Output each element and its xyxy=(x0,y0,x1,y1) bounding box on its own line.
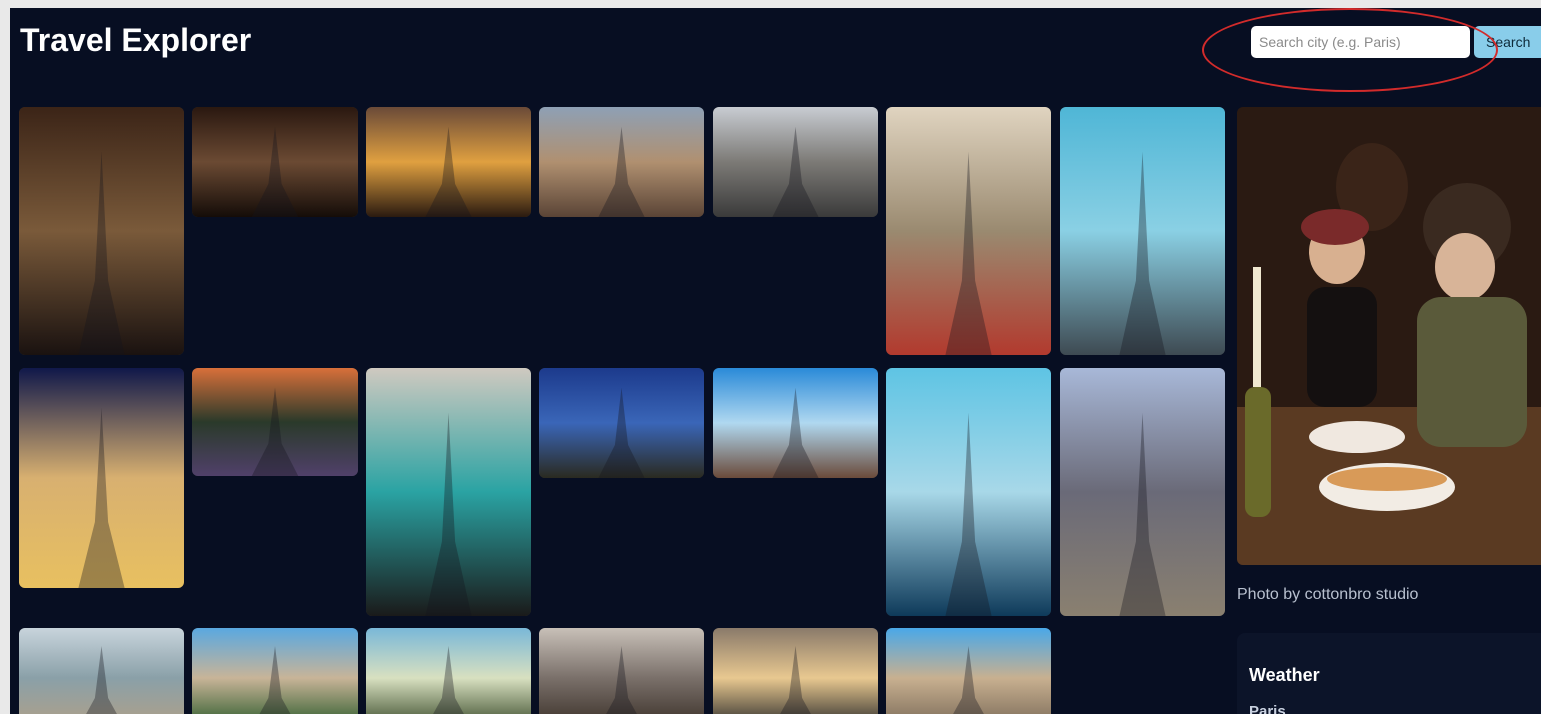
gallery-photo[interactable] xyxy=(366,107,531,217)
search-button[interactable]: Search xyxy=(1474,26,1541,58)
gallery-photo[interactable] xyxy=(192,107,358,217)
page-title: Travel Explorer xyxy=(20,22,252,58)
gallery-photo[interactable] xyxy=(713,368,878,478)
weather-city: Paris xyxy=(1249,703,1286,714)
gallery-photo[interactable] xyxy=(19,107,184,355)
gallery-photo[interactable] xyxy=(539,368,704,478)
gallery-photo[interactable] xyxy=(539,628,704,714)
weather-card: Weather Paris xyxy=(1237,633,1541,714)
search-input[interactable] xyxy=(1251,26,1470,58)
gallery-photo[interactable] xyxy=(886,628,1051,714)
travel-explorer-app: Travel Explorer Search Photo by cottonbr… xyxy=(10,8,1541,714)
gallery-photo[interactable] xyxy=(19,628,184,714)
selected-photo-preview xyxy=(1237,107,1541,565)
gallery-photo[interactable] xyxy=(366,628,531,714)
gallery-photo[interactable] xyxy=(19,368,184,588)
gallery-photo[interactable] xyxy=(539,107,704,217)
gallery-photo[interactable] xyxy=(1060,368,1225,616)
gallery-photo[interactable] xyxy=(192,368,358,476)
gallery-photo[interactable] xyxy=(886,107,1051,355)
gallery-photo[interactable] xyxy=(1060,107,1225,355)
gallery-photo[interactable] xyxy=(192,628,358,714)
gallery-photo[interactable] xyxy=(713,107,878,217)
weather-heading: Weather xyxy=(1249,665,1320,685)
gallery-photo[interactable] xyxy=(366,368,531,616)
photo-credit: Photo by cottonbro studio xyxy=(1237,586,1419,603)
gallery-photo[interactable] xyxy=(886,368,1051,616)
preview-image xyxy=(1237,107,1541,565)
gallery-photo[interactable] xyxy=(713,628,878,714)
